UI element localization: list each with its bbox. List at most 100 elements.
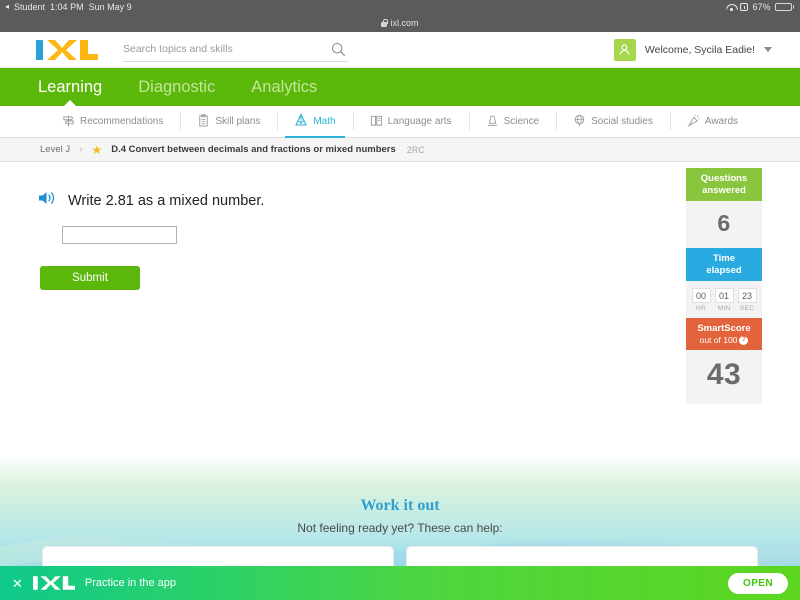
subject-tab-label: Language arts: [387, 116, 452, 127]
book-icon: [370, 114, 383, 130]
nav-item-diagnostic[interactable]: Diagnostic: [138, 78, 215, 97]
page-root: ◂ Student 1:04 PM Sun May 9 67% ixl.com: [0, 0, 800, 600]
subject-tab-social-studies[interactable]: Social studies: [556, 106, 670, 137]
browser-url-bar[interactable]: ixl.com: [0, 14, 800, 32]
user-avatar-icon: [613, 38, 636, 61]
breadcrumb: Level J › ★ D.4 Convert between decimals…: [0, 138, 800, 162]
questions-answered-value: 6: [717, 210, 731, 237]
timer: 00 HR 01 MIN 23 SEC: [686, 281, 762, 318]
ios-status-bar: ◂ Student 1:04 PM Sun May 9 67%: [0, 0, 800, 14]
nav-item-analytics[interactable]: Analytics: [251, 78, 317, 97]
globe-icon: [573, 114, 586, 130]
work-it-out-subtitle: Not feeling ready yet? These can help:: [297, 521, 503, 535]
submit-button[interactable]: Submit: [40, 266, 140, 290]
questions-answered-header: Questions answered: [686, 168, 762, 202]
smartscore-card: SmartScore out of 100? 43: [686, 318, 762, 405]
breadcrumb-separator: ›: [79, 144, 83, 155]
search-icon[interactable]: [331, 42, 346, 62]
timer-sec-label: SEC: [739, 305, 755, 313]
microscope-icon: [486, 114, 499, 130]
question-row: Write 2.81 as a mixed number.: [38, 190, 264, 211]
time-elapsed-body: 00 HR 01 MIN 23 SEC: [686, 281, 762, 319]
nav-label-learning: Learning: [38, 77, 103, 96]
timer-min-label: MIN: [717, 305, 731, 313]
subject-tab-language-arts[interactable]: Language arts: [352, 106, 469, 137]
app-promo-text: Practice in the app: [84, 577, 177, 589]
score-panel: Questions answered 6 Time elapsed 00 HR: [686, 168, 762, 405]
battery-icon: [774, 3, 794, 11]
questions-answered-body: 6: [686, 201, 762, 249]
time-elapsed-title-line2: elapsed: [706, 264, 742, 276]
status-bar-time: 1:04 PM: [50, 2, 84, 12]
status-bar-left: ◂ Student 1:04 PM Sun May 9: [0, 0, 132, 14]
questions-answered-title-line2: answered: [702, 184, 746, 196]
subject-tab-label: Awards: [704, 116, 739, 127]
timer-unit-min: 01 MIN: [714, 288, 734, 313]
subject-tab-label: Math: [313, 116, 336, 127]
smartscore-title: SmartScore: [697, 323, 751, 335]
triangle-left-icon[interactable]: ◂: [5, 0, 9, 14]
close-icon[interactable]: ✕: [12, 577, 23, 590]
open-app-button[interactable]: OPEN: [728, 572, 788, 594]
breadcrumb-level[interactable]: Level J: [40, 144, 70, 155]
star-icon[interactable]: ★: [91, 144, 102, 156]
status-bar-right: 67%: [726, 0, 800, 14]
account-label: Welcome, Sycila Eadie!: [644, 43, 755, 56]
answer-input[interactable]: [62, 226, 177, 244]
subject-navigation: Recommendations Skill plans Math Languag…: [0, 106, 800, 138]
app-promo-banner: ✕ Practice in the app OPEN: [0, 566, 800, 600]
subject-tab-label: Social studies: [591, 116, 653, 127]
smartscore-header: SmartScore out of 100?: [686, 318, 762, 351]
status-bar-back-label[interactable]: Student: [14, 0, 45, 14]
status-bar-date: Sun May 9: [88, 2, 132, 12]
subject-tab-label: Recommendations: [79, 116, 164, 127]
account-menu[interactable]: Welcome, Sycila Eadie!: [613, 38, 772, 61]
subject-tab-recommendations[interactable]: Recommendations: [45, 106, 180, 137]
timer-hr-value: 00: [691, 288, 711, 304]
lock-icon: [381, 19, 389, 27]
timer-unit-sec: 23 SEC: [737, 288, 757, 313]
alarm-icon: [740, 3, 749, 11]
subject-tab-skill-plans[interactable]: Skill plans: [180, 106, 277, 137]
speaker-icon[interactable]: [38, 190, 56, 211]
nav-label-analytics: Analytics: [251, 77, 318, 96]
battery-percent-label: 67%: [752, 2, 771, 12]
ixl-logo-white: [32, 576, 75, 590]
subject-tab-science[interactable]: Science: [468, 106, 557, 137]
breadcrumb-skill-code: 2RC: [406, 144, 425, 155]
main-navigation: Learning Diagnostic Analytics: [0, 68, 800, 106]
url-text: ixl.com: [390, 18, 419, 28]
nav-label-diagnostic: Diagnostic: [138, 77, 216, 96]
signpost-icon: [62, 114, 75, 130]
timer-hr-label: HR: [696, 305, 706, 313]
subject-tab-label: Science: [503, 116, 540, 127]
clipboard-icon: [197, 113, 210, 130]
nav-item-learning[interactable]: Learning: [38, 78, 102, 97]
question-mark-icon[interactable]: ?: [739, 336, 749, 346]
search-input[interactable]: [123, 43, 318, 55]
time-elapsed-card: Time elapsed 00 HR 01 MIN 23 SEC: [686, 248, 762, 319]
wifi-icon: [726, 3, 736, 11]
time-elapsed-title-line1: Time: [712, 253, 735, 265]
question-text: Write 2.81 as a mixed number.: [68, 192, 265, 209]
time-elapsed-header: Time elapsed: [686, 248, 762, 282]
questions-answered-title-line1: Questions: [700, 173, 748, 184]
breadcrumb-skill-title: D.4 Convert between decimals and fractio…: [111, 144, 396, 155]
subject-tab-label: Skill plans: [215, 116, 261, 127]
subject-tab-math[interactable]: Math: [277, 106, 352, 138]
timer-unit-hr: 00 HR: [691, 288, 711, 313]
smartscore-subtitle: out of 100: [699, 334, 738, 345]
questions-answered-card: Questions answered 6: [686, 168, 762, 249]
chevron-down-icon[interactable]: [764, 47, 772, 52]
ixl-logo[interactable]: [36, 39, 98, 60]
work-it-out-title: Work it out: [360, 497, 440, 514]
subject-tab-awards[interactable]: Awards: [669, 106, 755, 137]
site-header: Welcome, Sycila Eadie!: [0, 32, 800, 68]
timer-sec-value: 23: [737, 288, 757, 304]
smartscore-value: 43: [706, 358, 742, 392]
smartscore-body: 43: [686, 350, 762, 405]
smartscore-subtitle-wrap: out of 100?: [688, 334, 760, 346]
confetti-icon: [687, 114, 700, 130]
search-box[interactable]: [123, 38, 348, 62]
timer-min-value: 01: [714, 288, 734, 304]
